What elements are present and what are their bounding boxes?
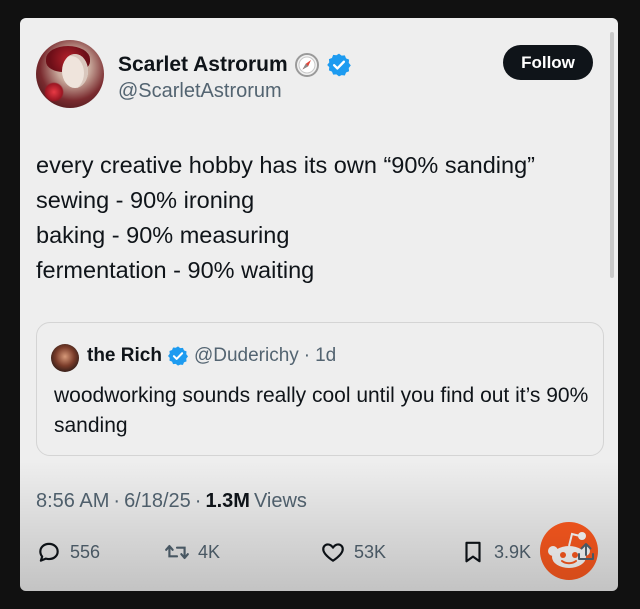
views-label: Views (253, 490, 307, 512)
quote-text: woodworking sounds really cool until you… (54, 384, 589, 437)
bookmark-icon (465, 541, 481, 563)
verified-badge-icon (326, 53, 351, 77)
quote-separator: · (303, 345, 311, 366)
avatar[interactable] (36, 40, 104, 108)
compass-icon (294, 53, 319, 77)
reply-icon (39, 542, 59, 562)
quoted-tweet[interactable]: the Rich @Duderichy · 1d woodworking sou… (36, 322, 604, 456)
bookmark-button[interactable]: 3.9K (460, 539, 531, 565)
tweet-line: baking - 90% measuring (36, 222, 290, 248)
quote-age: 1d (315, 345, 337, 366)
separator: · (113, 490, 121, 512)
verified-badge-icon (167, 346, 188, 366)
author-name-row: Scarlet Astrorum (118, 52, 352, 78)
follow-button[interactable]: Follow (503, 45, 593, 80)
timestamp-row: 8:56 AM · 6/18/25 · 1.3M Views (36, 490, 307, 513)
repost-icon (165, 544, 189, 560)
post-date[interactable]: 6/18/25 (124, 490, 191, 513)
tweet-line: sewing - 90% ironing (36, 187, 255, 213)
author-display-name[interactable]: Scarlet Astrorum (118, 53, 288, 77)
post-time[interactable]: 8:56 AM (36, 490, 109, 513)
action-bar: 556 4K 53K 3.9K (36, 539, 606, 571)
views-count: 1.3M (205, 490, 250, 512)
quote-header: the Rich @Duderichy · 1d (87, 345, 336, 367)
reddit-logo-icon (540, 522, 598, 580)
author-handle[interactable]: @ScarletAstrorum (118, 80, 282, 103)
repost-count: 4K (198, 541, 221, 562)
tweet-line: fermentation - 90% waiting (36, 257, 315, 283)
tweet-text: every creative hobby has its own “90% sa… (36, 148, 606, 288)
tweet-line: every creative hobby has its own “90% sa… (36, 152, 535, 178)
bookmark-count: 3.9K (494, 541, 532, 562)
repost-button[interactable]: 4K (164, 539, 220, 565)
scrollbar[interactable] (610, 32, 614, 278)
like-count: 53K (354, 541, 387, 562)
quote-handle[interactable]: @Duderichy (194, 345, 299, 367)
quote-avatar[interactable] (51, 344, 79, 372)
reply-count: 556 (70, 541, 101, 562)
separator: · (194, 490, 202, 512)
like-icon (322, 543, 344, 562)
like-button[interactable]: 53K (320, 539, 386, 565)
quote-display-name[interactable]: the Rich (87, 345, 162, 367)
tweet-card: Scarlet Astrorum @ScarletAstrorum Follow… (20, 18, 618, 591)
share-icon (578, 543, 594, 560)
reply-button[interactable]: 556 (36, 539, 100, 565)
